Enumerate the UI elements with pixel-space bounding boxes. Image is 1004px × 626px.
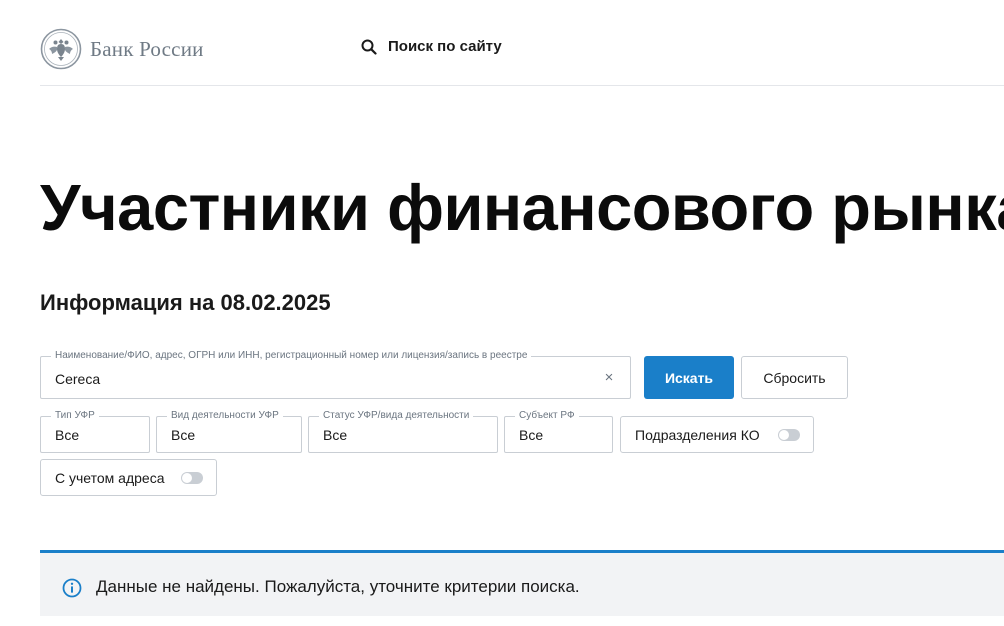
notice-text: Данные не найдены. Пожалуйста, уточните … xyxy=(96,577,580,596)
ufr-type-label: Тип УФР xyxy=(51,410,99,422)
switch-knob xyxy=(779,429,789,440)
activity-type-label: Вид деятельности УФР xyxy=(167,410,283,422)
site-search-label: Поиск по сайту xyxy=(388,38,502,55)
ko-divisions-label: Подразделения КО xyxy=(635,426,760,443)
bank-logo[interactable]: Банк России xyxy=(40,28,204,70)
with-address-switch[interactable] xyxy=(181,471,203,484)
double-headed-eagle-icon xyxy=(40,28,82,70)
no-results-notice: Данные не найдены. Пожалуйста, уточните … xyxy=(40,550,1004,616)
clear-icon[interactable]: × xyxy=(604,370,614,386)
reset-button[interactable]: Сбросить xyxy=(741,356,848,399)
activity-type-select[interactable]: Вид деятельности УФР Все xyxy=(156,410,302,453)
page-title: Участники финансового рынка xyxy=(40,171,1004,244)
search-button[interactable]: Искать xyxy=(644,356,734,399)
site-search-link[interactable]: Поиск по сайту xyxy=(361,38,502,55)
status-value: Все xyxy=(323,426,348,443)
logo-text: Банк России xyxy=(90,36,204,61)
status-label: Статус УФР/вида деятельности xyxy=(319,410,474,422)
with-address-label: С учетом адреса xyxy=(55,469,165,486)
with-address-toggle[interactable]: С учетом адреса xyxy=(40,459,217,496)
status-select[interactable]: Статус УФР/вида деятельности Все xyxy=(308,410,498,453)
ko-divisions-toggle[interactable]: Подразделения КО xyxy=(620,416,814,453)
switch-knob xyxy=(182,472,192,483)
search-field[interactable]: Наименование/ФИО, адрес, ОГРН или ИНН, р… xyxy=(40,350,631,399)
info-icon xyxy=(62,578,82,598)
info-date: Информация на 08.02.2025 xyxy=(40,290,331,315)
ufr-type-value: Все xyxy=(55,426,80,443)
ufr-type-select[interactable]: Тип УФР Все xyxy=(40,410,150,453)
search-icon xyxy=(361,39,377,55)
search-field-label: Наименование/ФИО, адрес, ОГРН или ИНН, р… xyxy=(51,350,532,362)
site-header: Банк России Поиск по сайту xyxy=(0,0,1004,86)
search-input[interactable] xyxy=(55,368,595,390)
region-select[interactable]: Субъект РФ Все xyxy=(504,410,613,453)
header-divider xyxy=(40,85,1004,86)
region-value: Все xyxy=(519,426,544,443)
ko-divisions-switch[interactable] xyxy=(778,428,800,441)
activity-type-value: Все xyxy=(171,426,196,443)
region-label: Субъект РФ xyxy=(515,410,579,422)
